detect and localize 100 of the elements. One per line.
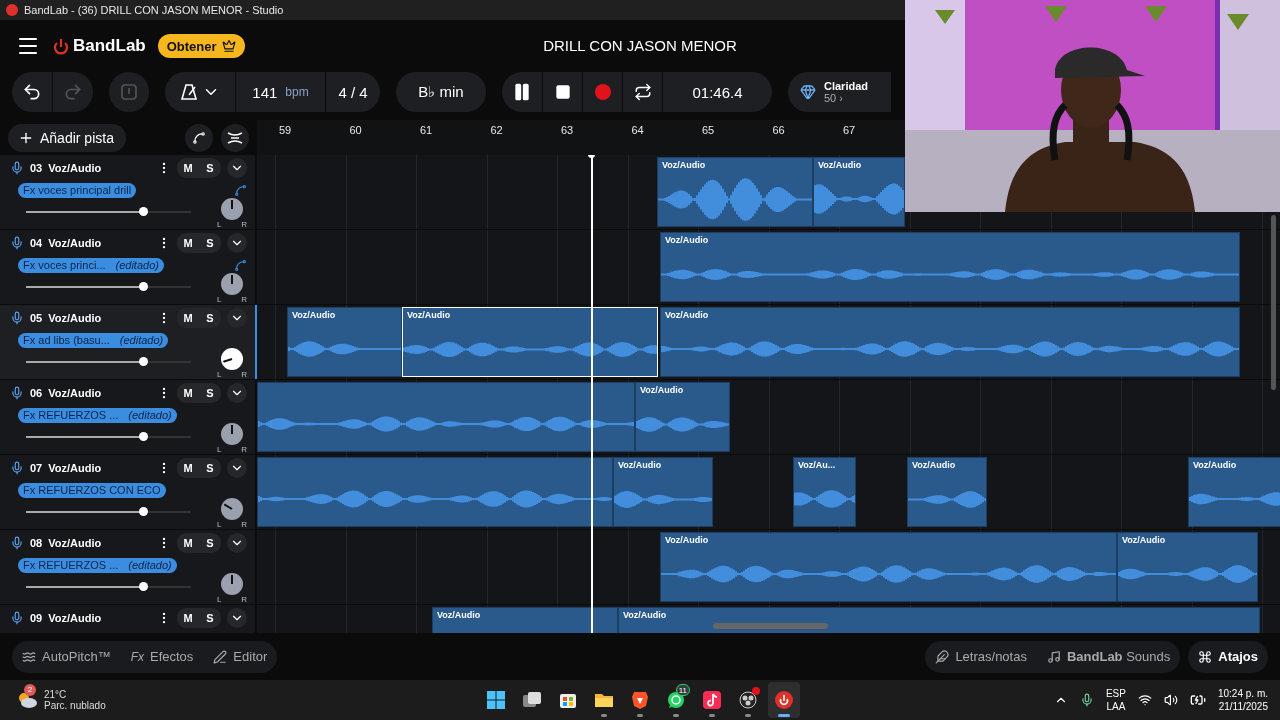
clip-label: Voz/Audio [664, 309, 710, 322]
mute-button[interactable]: M [177, 533, 199, 553]
mute-button[interactable]: M [177, 233, 199, 253]
automation-button[interactable] [185, 123, 213, 152]
slider-thumb[interactable] [139, 357, 149, 366]
track-header[interactable]: 04 Voz/Audio M S Fx voces princi... (editado) L R [0, 230, 257, 304]
horizontal-scrollbar[interactable] [713, 623, 828, 629]
pan-left-label: L [217, 295, 222, 304]
effects-chain-button[interactable]: Fx REFUERZOS ... (editado) [18, 557, 177, 573]
vertical-scrollbar[interactable] [1271, 215, 1276, 390]
panel-button[interactable]: Letras/notas [925, 640, 1037, 673]
bar-number: 64 [631, 124, 644, 136]
expand-button[interactable] [227, 308, 247, 328]
panel-button[interactable]: AutoPitch™ [12, 640, 121, 673]
solo-button[interactable]: S [199, 308, 221, 328]
mute-button[interactable]: M [177, 383, 199, 403]
audio-clip[interactable]: Voz/Audio [813, 157, 905, 227]
panel-button[interactable]: BandLab Sounds [1036, 640, 1181, 673]
solo-button[interactable]: S [199, 533, 221, 553]
audio-clip[interactable]: Voz/Audio [618, 607, 1260, 633]
effects-chain-button[interactable]: Fx voces princi... (editado) [18, 257, 164, 273]
slider-thumb[interactable] [139, 582, 149, 591]
language-indicator[interactable]: ESP LAA [1105, 687, 1126, 713]
track-number: 07 [30, 462, 43, 474]
audio-clip[interactable]: Voz/Au... [793, 457, 856, 527]
mute-button[interactable]: M [177, 158, 199, 178]
expand-button[interactable] [227, 158, 247, 178]
pan-knob[interactable] [221, 498, 243, 520]
solo-button[interactable]: S [199, 383, 221, 403]
solo-button[interactable]: S [199, 233, 221, 253]
audio-clip[interactable]: Voz/Audio [287, 307, 402, 377]
pan-knob[interactable] [221, 348, 243, 370]
expand-button[interactable] [227, 458, 247, 478]
collapse-button[interactable] [221, 123, 249, 152]
track-header[interactable]: 05 Voz/Audio M S Fx ad libs (basu... (editado) L R [0, 305, 257, 379]
mute-button[interactable]: M [177, 458, 199, 478]
slider-thumb[interactable] [139, 432, 149, 441]
audio-clip[interactable]: Voz/Audio [635, 382, 730, 452]
mic-icon [10, 536, 24, 550]
slider-thumb[interactable] [139, 507, 149, 516]
add-track-button[interactable]: Añadir pista [8, 123, 126, 152]
mute-button[interactable]: M [177, 608, 199, 628]
panel-button[interactable]: Atajos [1188, 640, 1268, 673]
solo-button[interactable]: S [199, 608, 221, 628]
clip-label: Voz/Audio [664, 234, 710, 247]
edited-label: (editado) [119, 334, 164, 346]
tempo-button[interactable]: 141 bpm [235, 72, 325, 112]
track-header[interactable]: 06 Voz/Audio M S Fx REFUERZOS ... (editado) L R [0, 380, 257, 454]
track-header[interactable]: 09 Voz/Audio M S [0, 605, 257, 633]
expand-button[interactable] [227, 608, 247, 628]
effects-chain-button[interactable]: Fx REFUERZOS ... (editado) [18, 407, 177, 423]
pan-knob[interactable] [221, 423, 243, 445]
solo-button[interactable]: S [199, 158, 221, 178]
effects-chain-button[interactable]: Fx REFUERZOS CON ECO [18, 482, 166, 498]
audio-clip[interactable]: Voz/Audio [1188, 457, 1280, 527]
panel-button-label: BandLab Sounds [1066, 649, 1171, 664]
taskbar-app[interactable] [768, 682, 800, 718]
fx-label: Fx [130, 649, 144, 664]
audio-clip[interactable] [257, 382, 635, 452]
expand-button[interactable] [227, 233, 247, 253]
task-view-icon [522, 690, 542, 710]
mic-icon [10, 386, 24, 400]
track-header[interactable]: 07 Voz/Audio M S Fx REFUERZOS CON ECO L R [0, 455, 257, 529]
get-button[interactable]: Obtener [157, 34, 245, 58]
key-button[interactable]: B♭ min [396, 72, 486, 112]
pan-knob[interactable] [221, 573, 243, 595]
clip-label: Voz/Audio [817, 159, 863, 172]
audio-clip[interactable]: Voz/Audio [613, 457, 713, 527]
slider-thumb[interactable] [139, 282, 149, 291]
audio-clip[interactable]: Voz/Audio [402, 307, 658, 377]
clip-label: Voz/Audio [436, 609, 482, 622]
effects-chain-button[interactable]: Fx ad libs (basu... (editado) [18, 332, 169, 348]
track-header[interactable]: 03 Voz/Audio M S Fx voces principal drill L R [0, 155, 257, 229]
audio-clip[interactable]: Voz/Audio [1117, 532, 1258, 602]
mic-icon [10, 161, 24, 175]
taskbar-app[interactable]: 11 [660, 682, 692, 718]
panel-button[interactable]: Fx Efectos [120, 640, 204, 673]
clock[interactable]: 10:24 p. m. 21/11/2025 [1217, 687, 1268, 713]
audio-clip[interactable]: Voz/Audio [660, 307, 1240, 377]
panel-button[interactable]: Editor [203, 640, 278, 673]
slider-thumb[interactable] [139, 207, 149, 216]
expand-button[interactable] [227, 383, 247, 403]
mute-button[interactable]: M [177, 308, 199, 328]
track-header[interactable]: 08 Voz/Audio M S Fx REFUERZOS ... (editado) L R [0, 530, 257, 604]
audio-clip[interactable]: Voz/Audio [432, 607, 618, 633]
audio-clip[interactable]: Voz/Audio [660, 232, 1240, 302]
record-icon [594, 84, 611, 100]
time-signature-button[interactable]: 4 / 4 [325, 72, 380, 112]
pan-knob[interactable] [221, 273, 243, 295]
audio-clip[interactable]: Voz/Audio [657, 157, 813, 227]
cloud-sun-icon [16, 691, 38, 709]
expand-button[interactable] [227, 533, 247, 553]
audio-clip[interactable]: Voz/Audio [907, 457, 987, 527]
audio-clip[interactable]: Voz/Audio [660, 532, 1117, 602]
effects-chain-button[interactable]: Fx voces principal drill [18, 182, 137, 198]
clarity-button[interactable]: Claridad 50 › [788, 72, 891, 112]
weather-description: Parc. nublado [44, 700, 106, 711]
solo-button[interactable]: S [199, 458, 221, 478]
pan-knob[interactable] [221, 198, 243, 220]
audio-clip[interactable] [257, 457, 613, 527]
